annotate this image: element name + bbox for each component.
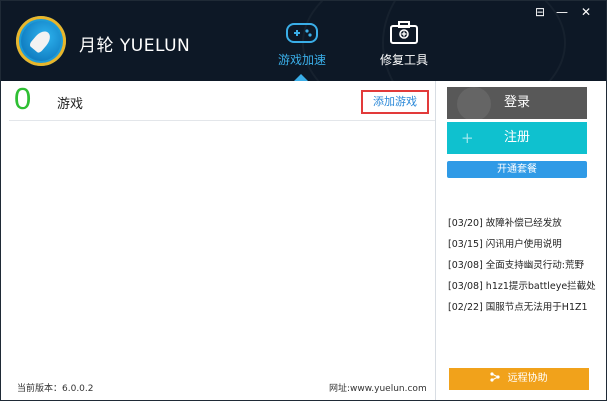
news-item[interactable]: [03/08] 全面支持幽灵行动:荒野 (448, 255, 606, 276)
games-header: 0 游戏 添加游戏 (9, 81, 435, 121)
website-link[interactable]: 网址:www.yuelun.com (329, 381, 427, 394)
account-panel: 登录 + 注册 开通套餐 [03/20] 故障补偿已经发放 [03/15] 闪讯… (436, 81, 606, 400)
news-list: [03/20] 故障补偿已经发放 [03/15] 闪讯用户使用说明 [03/08… (448, 213, 606, 318)
news-item[interactable]: [03/08] h1z1提示battleye拦截处 (448, 276, 606, 297)
add-game-button[interactable]: 添加游戏 (361, 90, 429, 114)
login-button[interactable]: 登录 (447, 87, 587, 119)
games-panel: 0 游戏 添加游戏 当前版本：6.0.0.2 网址:www.yuelun.com (9, 81, 436, 400)
news-item[interactable]: [03/20] 故障补偿已经发放 (448, 213, 606, 234)
app-title: 月轮 YUELUN (79, 36, 191, 56)
tab-game-label: 游戏加速 (277, 53, 326, 67)
menu-button[interactable]: ⊟ (532, 5, 548, 19)
register-label: 注册 (503, 130, 530, 145)
tab-game-acceleration[interactable]: 游戏加速 (267, 21, 337, 68)
subscribe-plan-button[interactable]: 开通套餐 (447, 161, 587, 178)
active-tab-indicator (294, 74, 308, 81)
tab-repair-tools[interactable]: 修复工具 (369, 21, 439, 68)
toolbox-icon (390, 21, 418, 44)
header-bar: 月轮 YUELUN 游戏加速 修复工具 ⊟ — ✕ (1, 1, 606, 81)
remote-assist-label: 远程协助 (507, 373, 548, 384)
version-text: 当前版本：6.0.0.2 (17, 384, 94, 394)
gamepad-icon (286, 23, 318, 43)
game-count: 0 (14, 81, 32, 116)
plus-icon: + (461, 129, 474, 147)
user-icon (457, 87, 491, 119)
tab-repair-label: 修复工具 (379, 53, 428, 67)
close-button[interactable]: ✕ (578, 5, 594, 19)
yuelun-logo (16, 16, 66, 66)
news-item[interactable]: [02/22] 国服节点无法用于H1Z1 (448, 297, 606, 318)
app-window: 月轮 YUELUN 游戏加速 修复工具 ⊟ — ✕ 0 游戏 添加游戏 当前版本… (0, 0, 607, 401)
news-item[interactable]: [03/15] 闪讯用户使用说明 (448, 234, 606, 255)
login-label: 登录 (503, 95, 530, 110)
share-icon (490, 372, 501, 382)
remote-assist-button[interactable]: 远程协助 (449, 368, 589, 390)
games-label: 游戏 (57, 97, 84, 112)
register-button[interactable]: + 注册 (447, 122, 587, 154)
minimize-button[interactable]: — (554, 5, 570, 19)
